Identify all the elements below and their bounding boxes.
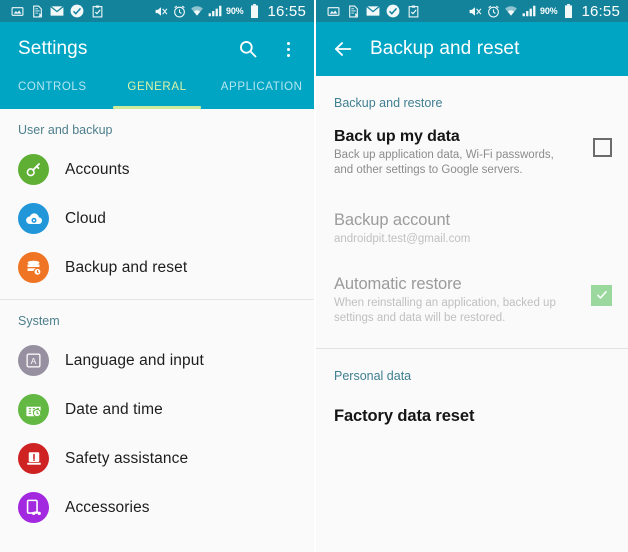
document-blocked-icon	[346, 4, 360, 18]
alarm-icon	[172, 4, 186, 18]
envelope-icon	[366, 4, 380, 18]
checkbox-back-up-my-data[interactable]	[593, 138, 612, 157]
list-item-label: Backup and reset	[65, 258, 188, 276]
wifi-icon	[190, 4, 204, 18]
clock-label: 16:55	[581, 2, 620, 20]
backup-content: Backup and restore Back up my data Back …	[316, 76, 628, 552]
pref-automatic-restore[interactable]: Automatic restore When reinstalling an a…	[316, 257, 628, 337]
pref-text: Backup account androidpit.test@gmail.com	[334, 211, 612, 247]
settings-screen: 90% 16:55 Settings CONTROLS GENERAL APPL…	[0, 0, 314, 552]
battery-percent-label: 90%	[226, 6, 244, 16]
settings-list: User and backup Accounts Cloud Backup an…	[0, 109, 314, 552]
page-title: Backup and reset	[370, 38, 520, 59]
pref-backup-account[interactable]: Backup account androidpit.test@gmail.com	[316, 189, 628, 257]
list-item-label: Date and time	[65, 400, 163, 418]
status-icons-right: 90% 16:55	[154, 3, 308, 20]
status-icons-right: 90% 16:55	[468, 3, 622, 20]
clipboard-check-icon	[90, 4, 104, 18]
battery-icon	[247, 4, 261, 18]
backup-and-reset-screen: 90% 16:55 Backup and reset Backup and re…	[314, 0, 628, 552]
dual-screenshot: 90% 16:55 Settings CONTROLS GENERAL APPL…	[0, 0, 628, 552]
key-icon	[18, 154, 49, 185]
pref-text: Back up my data Back up application data…	[334, 128, 593, 179]
list-item-label: Accounts	[65, 160, 130, 178]
section-header-system: System	[18, 314, 60, 328]
pref-subtitle: androidpit.test@gmail.com	[334, 232, 471, 245]
alarm-icon	[486, 4, 500, 18]
backup-app-bar: Backup and reset	[316, 22, 628, 76]
list-item-accounts[interactable]: Accounts	[0, 145, 314, 194]
settings-tabs: CONTROLS GENERAL APPLICATION	[0, 76, 314, 109]
section-header-user-and-backup: User and backup	[18, 123, 113, 137]
pref-back-up-my-data[interactable]: Back up my data Back up application data…	[316, 120, 628, 189]
list-item-label: Safety assistance	[65, 449, 189, 467]
check-circle-icon	[70, 4, 84, 18]
pref-text: Automatic restore When reinstalling an a…	[334, 275, 591, 327]
mute-icon	[154, 4, 168, 18]
check-circle-icon	[386, 4, 400, 18]
wifi-icon	[504, 4, 518, 18]
database-restore-icon	[18, 252, 49, 283]
section-header-backup-and-restore: Backup and restore	[334, 96, 443, 110]
overflow-menu-icon[interactable]	[276, 37, 300, 61]
tab-general[interactable]: GENERAL	[105, 76, 210, 109]
settings-app-bar: Settings	[0, 22, 314, 76]
status-icons-left	[326, 4, 468, 18]
app-bar-actions	[236, 37, 300, 61]
headset-device-icon	[18, 492, 49, 523]
page-title: Settings	[18, 38, 88, 59]
item-factory-data-reset[interactable]: Factory data reset	[316, 393, 628, 426]
signal-icon	[522, 4, 536, 18]
section-header-personal-data: Personal data	[334, 369, 412, 384]
calendar-clock-icon	[18, 394, 49, 425]
list-item-label: Accessories	[65, 498, 150, 516]
clock-label: 16:55	[267, 2, 306, 20]
pref-title: Back up my data	[334, 128, 460, 145]
list-item-cloud[interactable]: Cloud	[0, 194, 314, 243]
tab-application[interactable]: APPLICATION	[209, 76, 314, 109]
tab-controls[interactable]: CONTROLS	[0, 76, 105, 109]
letter-a-icon: A	[18, 345, 49, 376]
document-blocked-icon	[30, 4, 44, 18]
checkbox-automatic-restore[interactable]	[591, 284, 612, 306]
list-item-accessories[interactable]: Accessories	[0, 483, 314, 532]
clipboard-check-icon	[406, 4, 420, 18]
warning-icon	[18, 443, 49, 474]
list-item-language-and-input[interactable]: A Language and input	[0, 336, 314, 385]
image-icon	[10, 4, 24, 18]
svg-text:A: A	[31, 356, 37, 366]
list-item-label: Language and input	[65, 351, 204, 369]
list-item-date-and-time[interactable]: Date and time	[0, 385, 314, 434]
status-icons-left	[10, 4, 154, 18]
list-item-label: Cloud	[65, 209, 106, 227]
back-arrow-icon[interactable]	[330, 36, 356, 62]
battery-percent-label: 90%	[540, 6, 558, 16]
status-bar-left: 90% 16:55	[0, 0, 314, 22]
signal-icon	[208, 4, 222, 18]
pref-subtitle: Back up application data, Wi-Fi password…	[334, 149, 554, 177]
list-item-safety-assistance[interactable]: Safety assistance	[0, 434, 314, 483]
pref-title: Backup account	[334, 210, 451, 229]
mute-icon	[468, 4, 482, 18]
battery-icon	[561, 4, 575, 18]
status-bar-right: 90% 16:55	[316, 0, 628, 22]
check-icon	[596, 291, 607, 300]
pref-subtitle: When reinstalling an application, backed…	[334, 296, 556, 325]
pref-title: Automatic restore	[334, 274, 462, 293]
list-item-backup-and-reset[interactable]: Backup and reset	[0, 243, 314, 292]
cloud-sync-icon	[18, 203, 49, 234]
envelope-icon	[50, 4, 64, 18]
search-icon[interactable]	[236, 37, 260, 61]
image-icon	[326, 4, 340, 18]
